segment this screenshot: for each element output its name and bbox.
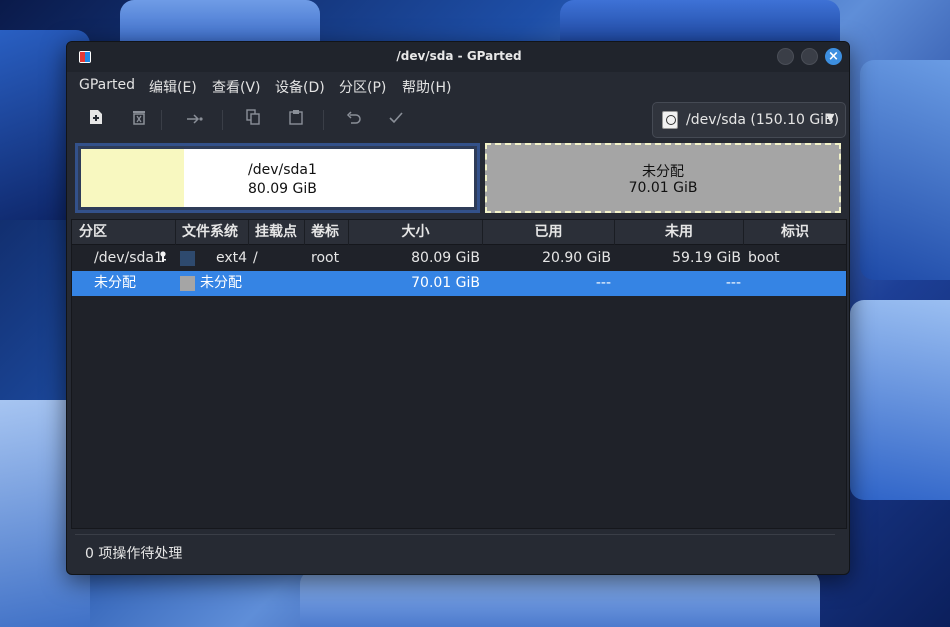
gparted-window: /dev/sda - GParted × GParted 编辑(E) 查看(V)… — [66, 41, 850, 575]
cell-filesystem: ext4 — [216, 250, 248, 266]
undo-icon — [346, 111, 361, 124]
toolbar-separator — [161, 110, 162, 130]
lock-key-icon — [159, 251, 167, 266]
column-header-label[interactable]: 卷标 — [305, 220, 349, 245]
cell-label: root — [311, 250, 340, 266]
used-space-bar — [81, 149, 184, 207]
partition-map-sda1-name: /dev/sda1 — [248, 162, 317, 178]
table-row[interactable]: 未分配 未分配 70.01 GiB --- --- — [72, 271, 846, 296]
statusbar: 0 项操作待处理 — [67, 534, 849, 574]
partition-map-unallocated[interactable]: 未分配 70.01 GiB — [485, 143, 841, 213]
cell-used: --- — [595, 275, 611, 291]
cell-flags: boot — [748, 250, 780, 266]
menu-edit[interactable]: 编辑(E) — [149, 77, 197, 97]
menu-partition[interactable]: 分区(P) — [339, 77, 386, 97]
column-header-flags[interactable]: 标识 — [744, 220, 846, 245]
cell-unused: --- — [725, 275, 741, 291]
pending-operations-status: 0 项操作待处理 — [85, 546, 183, 562]
cell-unused: 59.19 GiB — [672, 250, 741, 266]
table-header: 分区 文件系统 挂载点 卷标 大小 已用 未用 标识 — [72, 220, 846, 245]
toolbar-separator — [222, 110, 223, 130]
delete-partition-button[interactable] — [126, 108, 152, 132]
partition-map-sda1-size: 80.09 GiB — [248, 181, 317, 197]
partition-table: 分区 文件系统 挂载点 卷标 大小 已用 未用 标识 /dev/sda1 ext… — [71, 219, 847, 529]
device-selector[interactable]: /dev/sda (150.10 GiB) ▼ — [652, 102, 846, 138]
paste-button[interactable] — [283, 108, 309, 132]
filesystem-color-swatch — [180, 251, 195, 266]
dropdown-arrow-icon: ▼ — [826, 111, 835, 124]
copy-button[interactable] — [240, 108, 266, 132]
cell-partition: 未分配 — [94, 275, 136, 291]
column-header-partition[interactable]: 分区 — [72, 220, 176, 245]
cell-partition: /dev/sda1 — [94, 250, 163, 266]
device-selector-label: /dev/sda (150.10 GiB) — [686, 112, 840, 128]
menubar: GParted 编辑(E) 查看(V) 设备(D) 分区(P) 帮助(H) — [67, 72, 849, 100]
cell-filesystem: 未分配 — [200, 275, 242, 291]
delete-icon — [133, 111, 145, 125]
undo-button[interactable] — [341, 108, 367, 132]
window-title: /dev/sda - GParted — [396, 49, 522, 63]
cell-used: 20.90 GiB — [542, 250, 611, 266]
column-header-size[interactable]: 大小 — [349, 220, 483, 245]
column-header-used[interactable]: 已用 — [483, 220, 615, 245]
filesystem-color-swatch — [180, 276, 195, 291]
close-button[interactable]: × — [825, 48, 842, 65]
partition-map: /dev/sda1 80.09 GiB 未分配 70.01 GiB — [75, 143, 844, 215]
menu-device[interactable]: 设备(D) — [275, 77, 325, 97]
wallpaper-cube — [860, 60, 950, 280]
partition-map-unallocated-name: 未分配 — [642, 164, 684, 180]
status-separator — [75, 534, 835, 535]
partition-map-unallocated-size: 70.01 GiB — [628, 180, 698, 196]
new-file-icon — [90, 110, 102, 124]
table-row[interactable]: /dev/sda1 ext4 / root 80.09 GiB 20.90 Gi… — [72, 246, 846, 271]
menu-view[interactable]: 查看(V) — [212, 77, 261, 97]
apply-button[interactable] — [383, 108, 409, 132]
resize-move-icon — [187, 114, 203, 124]
copy-icon — [246, 109, 260, 125]
column-header-mountpoint[interactable]: 挂载点 — [249, 220, 305, 245]
close-icon: × — [828, 49, 839, 64]
wallpaper-cube — [850, 300, 950, 500]
partition-map-sda1[interactable]: /dev/sda1 80.09 GiB — [75, 143, 480, 213]
wallpaper-cube — [300, 570, 820, 627]
disk-icon — [662, 111, 678, 129]
cell-size: 70.01 GiB — [411, 275, 480, 291]
column-header-unused[interactable]: 未用 — [615, 220, 744, 245]
menu-help[interactable]: 帮助(H) — [402, 77, 451, 97]
minimize-button[interactable] — [777, 48, 794, 65]
new-partition-button[interactable] — [83, 108, 109, 132]
resize-move-button[interactable] — [182, 108, 208, 132]
partition-map-sda1-body: /dev/sda1 80.09 GiB — [81, 149, 474, 207]
toolbar-separator — [323, 110, 324, 130]
column-header-filesystem[interactable]: 文件系统 — [176, 220, 249, 245]
titlebar[interactable]: /dev/sda - GParted × — [67, 42, 849, 72]
paste-icon — [289, 110, 303, 125]
checkmark-icon — [389, 112, 403, 124]
cell-mountpoint: / — [253, 250, 258, 266]
maximize-button[interactable] — [801, 48, 818, 65]
menu-gparted[interactable]: GParted — [79, 77, 135, 93]
cell-size: 80.09 GiB — [411, 250, 480, 266]
